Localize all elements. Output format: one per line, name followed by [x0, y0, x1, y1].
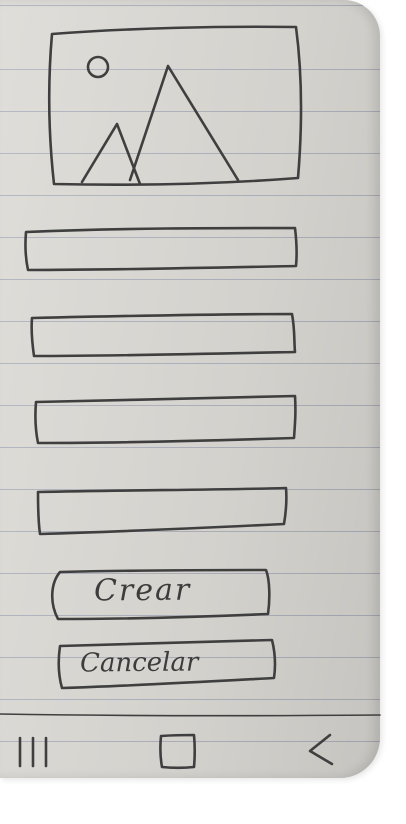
back-icon[interactable] [308, 733, 334, 766]
image-placeholder-icon [47, 25, 303, 187]
input-field-1[interactable] [24, 226, 298, 272]
create-button[interactable] [52, 568, 272, 622]
home-icon[interactable] [159, 733, 197, 770]
input-field-4[interactable] [36, 486, 288, 536]
cancel-button[interactable] [56, 638, 278, 690]
input-field-2[interactable] [30, 312, 297, 358]
nav-divider [0, 713, 381, 717]
phone-screen: Crear Cancelar [0, 0, 406, 824]
input-field-3[interactable] [34, 394, 297, 445]
wireframe-sketch [0, 25, 381, 770]
recents-icon[interactable] [18, 736, 48, 768]
